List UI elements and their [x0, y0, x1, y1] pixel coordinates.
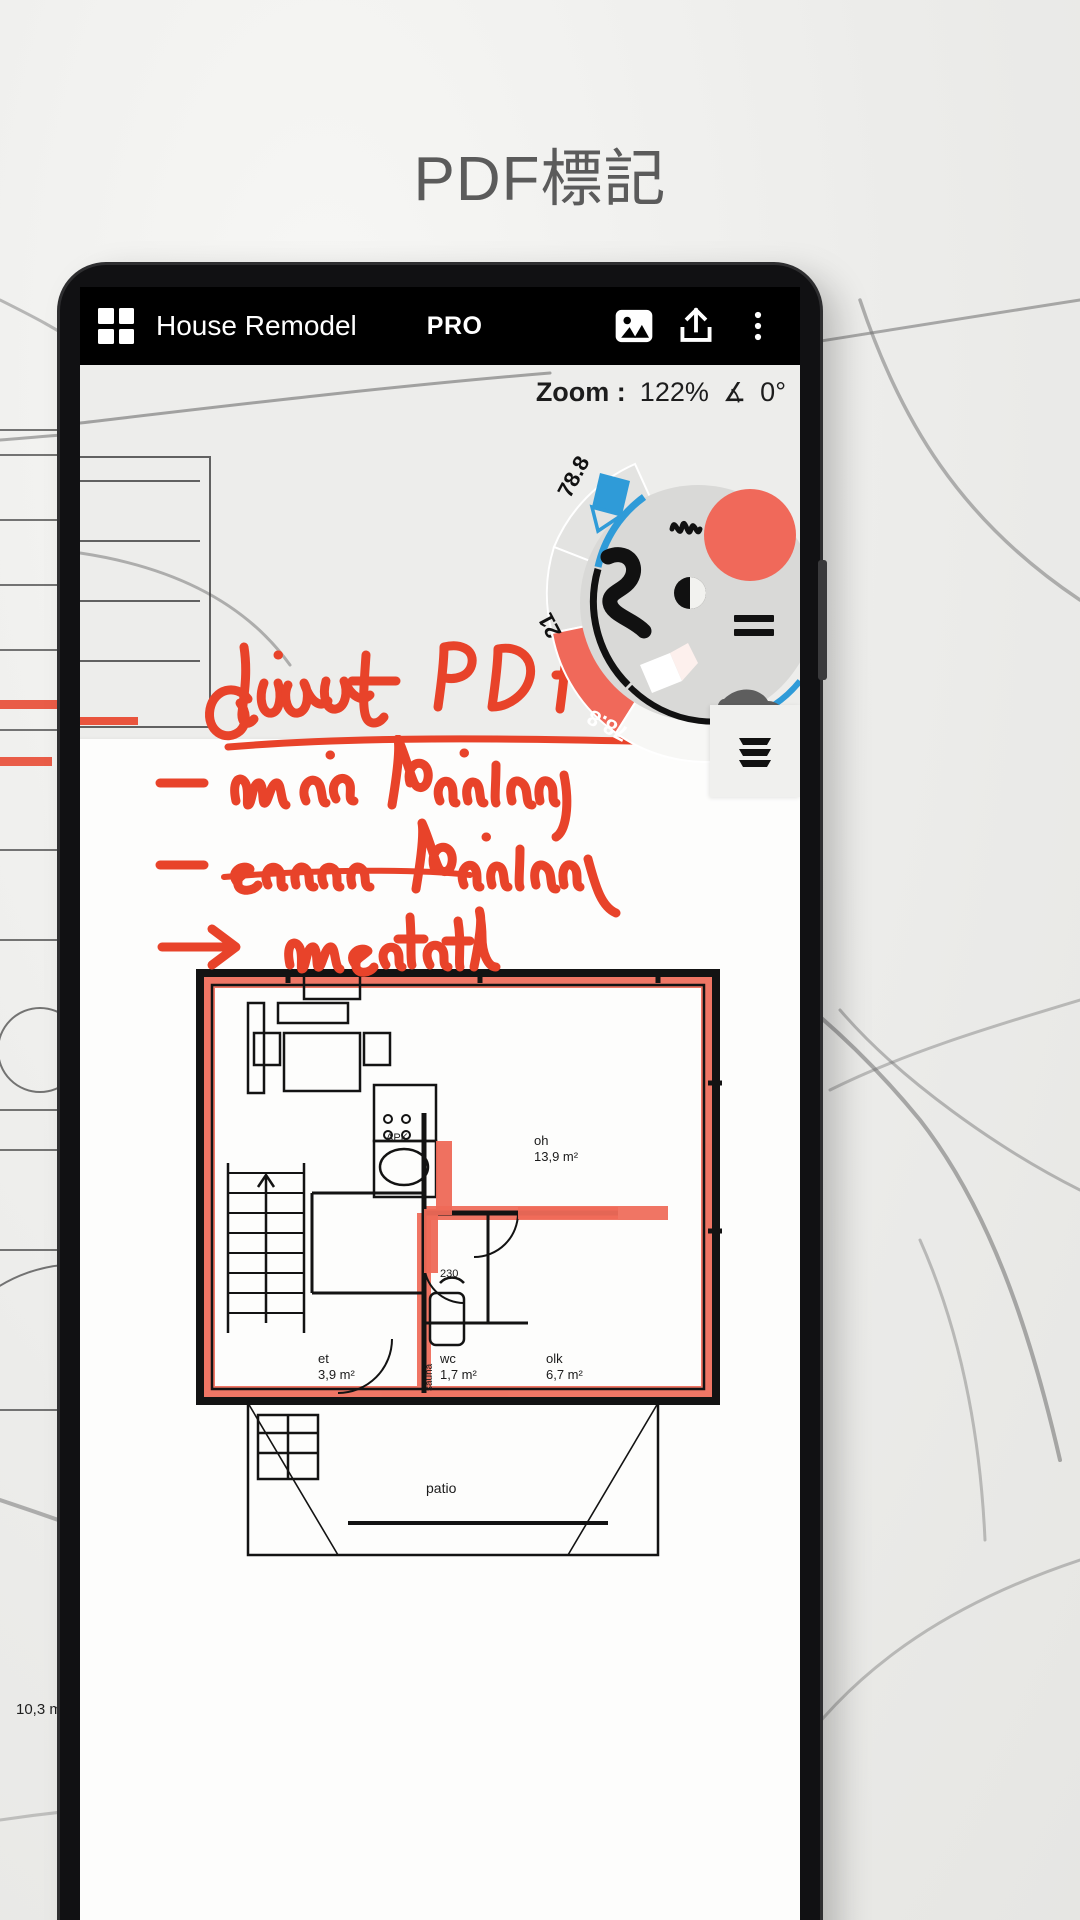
more-vertical-icon[interactable] — [730, 298, 786, 354]
svg-text:13,9 m²: 13,9 m² — [534, 1149, 579, 1164]
svg-text:6,7 m²: 6,7 m² — [546, 1367, 584, 1382]
zoom-label: Zoom : — [535, 377, 626, 407]
phone-device-frame: House Remodel PRO Zoom: 122% ∡ 0° 78.8 … — [60, 265, 820, 1920]
svg-text:olk: olk — [546, 1351, 563, 1366]
layers-stack-button[interactable] — [710, 705, 800, 797]
upload-share-icon[interactable] — [668, 298, 724, 354]
red-color-circle-icon[interactable] — [704, 489, 796, 581]
floorplan-walls — [196, 969, 722, 1405]
svg-text:patio: patio — [426, 1480, 457, 1496]
zoom-value: 122% — [639, 377, 709, 407]
grid-apps-icon[interactable] — [98, 308, 134, 344]
svg-text:APK: APK — [386, 1132, 409, 1144]
page-title: PDF標記 — [413, 145, 667, 214]
angle-icon: ∡ — [722, 377, 747, 407]
svg-text:oh: oh — [534, 1133, 548, 1148]
svg-text:1,7 m²: 1,7 m² — [440, 1367, 478, 1382]
svg-text:230: 230 — [440, 1268, 458, 1280]
floorplan-patio — [246, 1401, 660, 1557]
svg-text:et: et — [318, 1351, 329, 1366]
svg-text:wc: wc — [439, 1351, 456, 1366]
image-picture-icon[interactable] — [606, 298, 662, 354]
half-contrast-circle-icon[interactable] — [674, 577, 706, 609]
zoom-readout: Zoom : 122% ∡ 0° — [536, 377, 786, 408]
svg-text:sauna: sauna — [424, 1363, 435, 1391]
pdf-canvas[interactable]: Zoom : 122% ∡ 0° 78.8 21 78.8 oh 13,9 m²… — [80, 365, 800, 1920]
phone-power-button[interactable] — [818, 560, 827, 680]
radial-label-pen: 78.8 — [552, 452, 594, 502]
floorplan-drawing[interactable]: oh13,9 m² et3,9 m² wc1,7 m² olk6,7 m² pa… — [188, 963, 748, 1563]
layers-stack-icon — [739, 738, 771, 767]
svg-text:3,9 m²: 3,9 m² — [318, 1367, 356, 1382]
rotation-value: 0° — [760, 377, 786, 407]
project-title: House Remodel — [156, 310, 357, 341]
app-toolbar: House Remodel PRO — [80, 287, 800, 365]
pro-badge: PRO — [426, 311, 483, 340]
phone-screen: House Remodel PRO Zoom: 122% ∡ 0° 78.8 … — [80, 287, 800, 1920]
